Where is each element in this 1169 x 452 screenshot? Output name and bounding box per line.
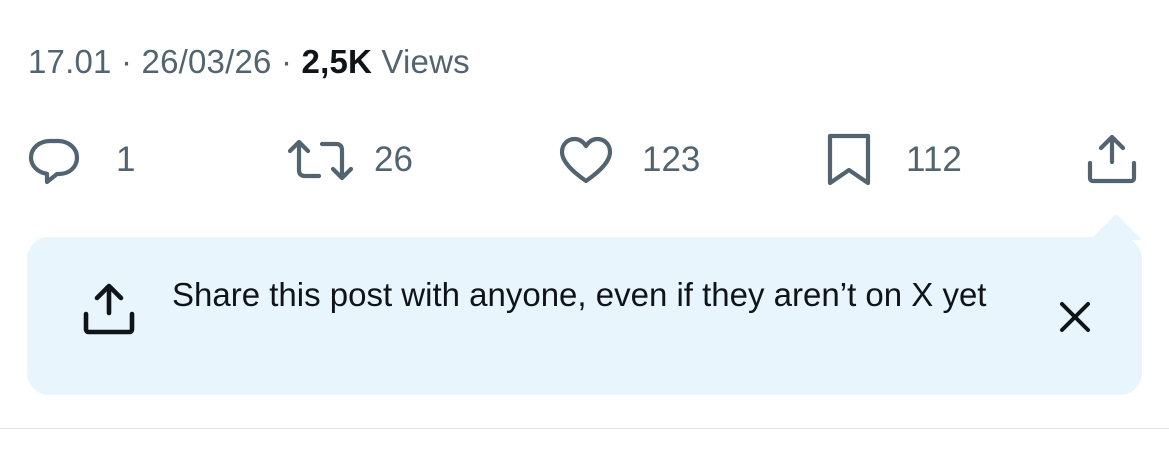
- bookmark-icon: [826, 132, 872, 188]
- bookmark-count: 112: [906, 140, 962, 179]
- share-icon: [79, 281, 139, 342]
- meta-separator: ·: [271, 43, 302, 80]
- repost-button[interactable]: 26: [286, 130, 413, 190]
- reply-count: 1: [116, 140, 136, 179]
- post-time[interactable]: 17.01: [28, 43, 112, 80]
- heart-icon: [556, 134, 616, 186]
- post-detail-footer: 17.01 · 26/03/26 · 2,5K Views 1 26 123 1…: [0, 0, 1169, 452]
- repost-icon: [286, 134, 354, 186]
- share-tooltip-message: Share this post with anyone, even if the…: [172, 276, 987, 313]
- like-button[interactable]: 123: [556, 130, 700, 190]
- bookmark-button[interactable]: 112: [826, 130, 962, 190]
- reply-icon: [24, 134, 94, 186]
- repost-count: 26: [374, 140, 413, 179]
- meta-separator: ·: [111, 43, 142, 80]
- like-count: 123: [642, 140, 701, 179]
- share-button[interactable]: [1084, 130, 1140, 190]
- divider: [0, 428, 1169, 429]
- post-meta-line: 17.01 · 26/03/26 · 2,5K Views: [28, 40, 470, 84]
- views-count[interactable]: 2,5K: [302, 43, 373, 80]
- reply-button[interactable]: 1: [24, 130, 135, 190]
- close-icon[interactable]: [1057, 299, 1093, 335]
- share-tooltip: Share this post with anyone, even if the…: [27, 237, 1142, 395]
- action-bar: 1 26 123 112: [0, 130, 1169, 190]
- views-label: Views: [372, 43, 470, 80]
- share-icon: [1084, 132, 1140, 188]
- post-date[interactable]: 26/03/26: [142, 43, 272, 80]
